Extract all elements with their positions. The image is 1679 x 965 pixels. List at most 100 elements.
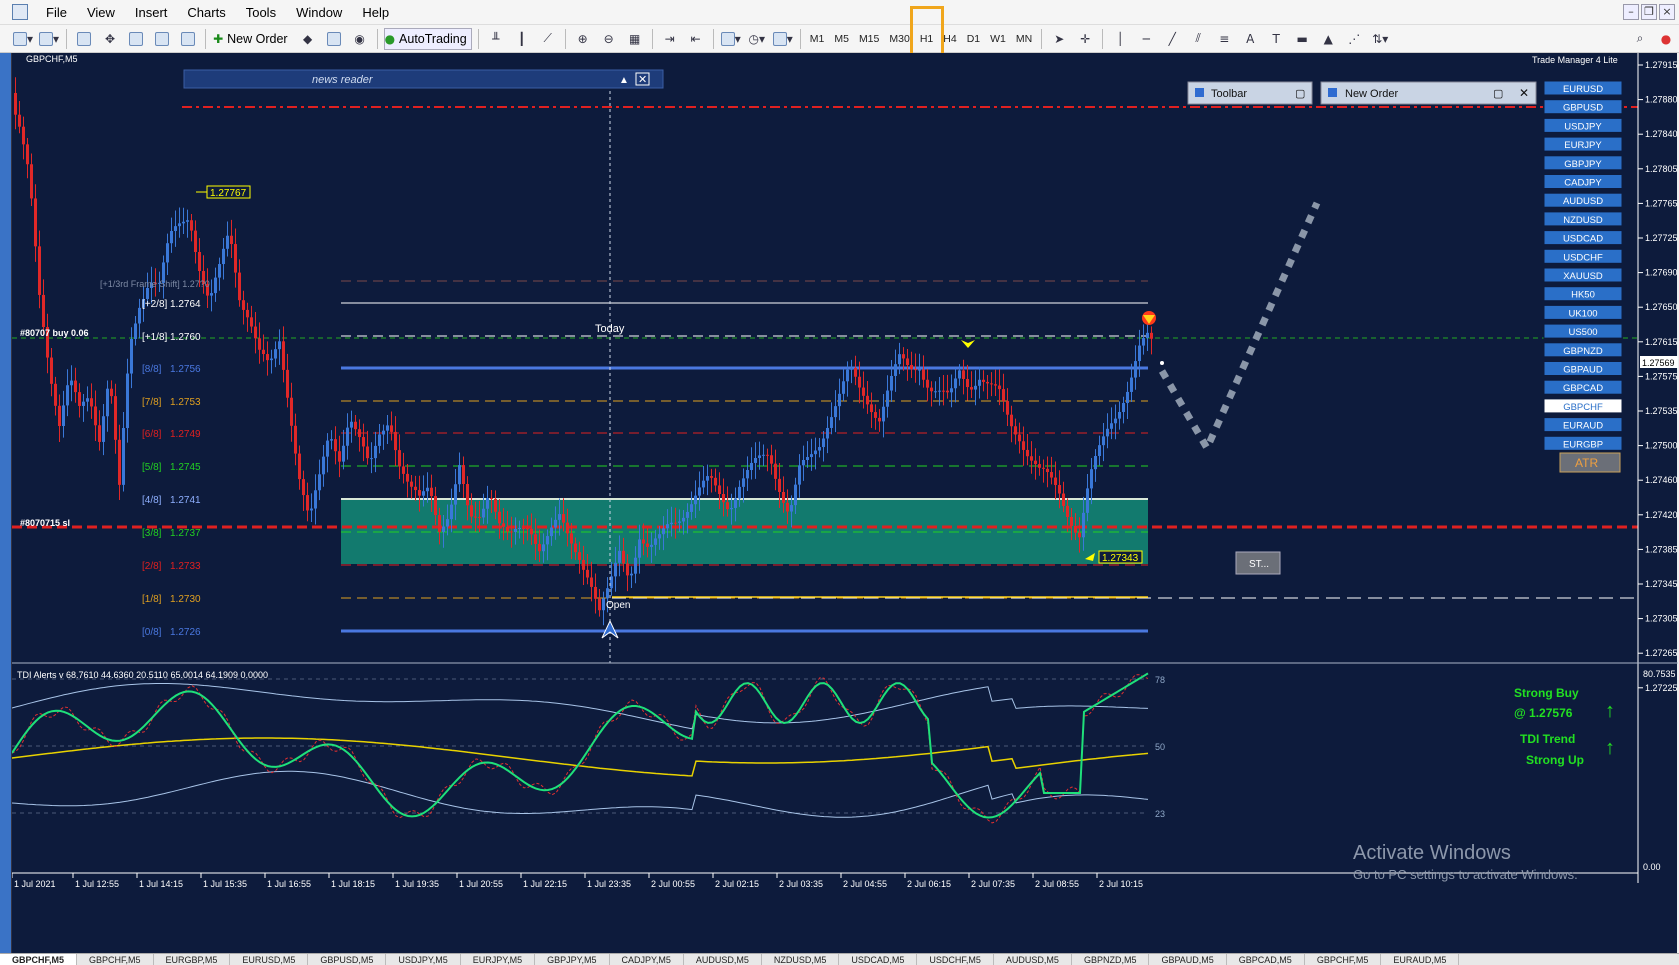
minimize-icon[interactable]: – (1623, 4, 1639, 20)
candle-body (982, 379, 985, 382)
menu-window[interactable]: Window (286, 0, 352, 25)
candle-body (562, 514, 565, 523)
autotrading-button[interactable]: ● AutoTrading (383, 27, 472, 50)
metaeditor-icon[interactable]: ◆ (297, 28, 319, 50)
market-watch-icon[interactable] (73, 28, 95, 50)
menu-view[interactable]: View (77, 0, 125, 25)
candle-body (506, 526, 509, 532)
account-icon[interactable]: ● (1655, 28, 1677, 50)
toolbar-panel[interactable] (1187, 81, 1313, 105)
chart-svg[interactable]: [+2/8] 1.2764 [+1/8] 1.2760 [8/8] 1.2756 [7/8]… (11, 53, 1678, 953)
chart-tab[interactable]: USDJPY,M5 (386, 954, 461, 965)
arrows-icon[interactable]: ⇅▾ (1369, 28, 1391, 50)
templates-icon[interactable]: ▾ (772, 28, 794, 50)
candle-body (850, 368, 853, 370)
close-icon[interactable]: × (1659, 4, 1675, 20)
close-icon[interactable]: ✕ (1519, 86, 1529, 100)
timeframe-m15[interactable]: M15 (854, 33, 884, 45)
channel-icon[interactable]: ⫽ (1187, 28, 1209, 50)
candle-body (318, 474, 321, 491)
profiles-icon[interactable]: ▾ (38, 28, 60, 50)
market-icon[interactable]: ◉ (349, 28, 371, 50)
chart-area[interactable]: [+2/8] 1.2764 [+1/8] 1.2760 [8/8] 1.2756 [7/8]… (11, 53, 1678, 953)
level-lines (12, 106, 1638, 664)
collapse-icon[interactable]: ▲ (619, 75, 629, 86)
symbol-button-label: EURJPY (1564, 140, 1602, 151)
zoom-in-icon[interactable]: ⊕ (572, 28, 594, 50)
time-tick-label: 2 Jul 00:55 (651, 879, 695, 889)
timeframe-mn[interactable]: MN (1011, 33, 1037, 45)
maximize-icon[interactable]: ▢ (1493, 88, 1503, 100)
triangle-icon[interactable]: ▲ (1317, 28, 1339, 50)
candle-body (694, 495, 697, 505)
data-window-icon[interactable]: ✥ (99, 28, 121, 50)
chart-tab[interactable]: GBPNZD,M5 (1072, 954, 1150, 965)
chart-tab[interactable]: EURJPY,M5 (461, 954, 536, 965)
line-chart-icon[interactable]: ⟋ (537, 28, 559, 50)
text-icon[interactable]: A (1239, 28, 1261, 50)
candle-body (106, 388, 109, 417)
timeframe-w1[interactable]: W1 (985, 33, 1011, 45)
indicator-axis-bottom: 0.00 (1643, 862, 1661, 872)
fibo-fan-icon[interactable]: ⋰ (1343, 28, 1365, 50)
chart-tab[interactable]: NZDUSD,M5 (762, 954, 840, 965)
text-label-icon[interactable]: T (1265, 28, 1287, 50)
menu-charts[interactable]: Charts (177, 0, 235, 25)
candle-body (222, 248, 225, 265)
periods-icon[interactable]: ◷▾ (746, 28, 768, 50)
timeframe-m1[interactable]: M1 (805, 33, 830, 45)
maximize-icon[interactable]: ▢ (1295, 88, 1305, 100)
signals-icon[interactable] (323, 28, 345, 50)
restore-icon[interactable]: ❐ (1641, 4, 1657, 20)
navigator-icon[interactable] (125, 28, 147, 50)
chart-tab[interactable]: GBPCHF,M5 (0, 954, 78, 965)
chart-tab[interactable]: GBPCHF,M5 (1305, 954, 1382, 965)
new-order-button[interactable]: ✚ New Order (212, 28, 293, 50)
chart-shift-icon[interactable]: ⇤ (685, 28, 707, 50)
bar-chart-icon[interactable]: ╨ (485, 28, 507, 50)
menu-tools[interactable]: Tools (236, 0, 286, 25)
tile-windows-icon[interactable]: ▦ (624, 28, 646, 50)
tdi-market-base-line (11, 737, 1149, 777)
chart-tab[interactable]: GBPJPY,M5 (535, 954, 610, 965)
menu-insert[interactable]: Insert (125, 0, 178, 25)
chart-tab[interactable]: GBPCAD,M5 (1227, 954, 1305, 965)
chart-tab[interactable]: GBPUSD,M5 (308, 954, 387, 965)
rectangle-icon[interactable]: ▬ (1291, 28, 1313, 50)
new-chart-icon[interactable]: ▾ (12, 28, 34, 50)
chart-tab[interactable]: AUDUSD,M5 (684, 954, 762, 965)
chart-tab[interactable]: CADJPY,M5 (610, 954, 684, 965)
candlestick-icon[interactable]: ┃ (511, 28, 533, 50)
time-tick-label: 2 Jul 07:35 (971, 879, 1015, 889)
chart-tab[interactable]: EURUSD,M5 (230, 954, 309, 965)
crosshair-icon[interactable]: ✛ (1074, 28, 1096, 50)
murrey-level-label: [3/8] (142, 528, 162, 539)
menu-file[interactable]: File (36, 0, 77, 25)
auto-scroll-icon[interactable]: ⇥ (659, 28, 681, 50)
zoom-out-icon[interactable]: ⊖ (598, 28, 620, 50)
chart-tab[interactable]: GBPCHF,M5 (77, 954, 154, 965)
chart-tab[interactable]: USDCAD,M5 (839, 954, 918, 965)
chart-tab[interactable]: EURAUD,M5 (1381, 954, 1460, 965)
trendline-icon[interactable]: ╱ (1161, 28, 1183, 50)
timeframe-d1[interactable]: D1 (962, 33, 985, 45)
chart-tab[interactable]: USDCHF,M5 (917, 954, 994, 965)
vertical-line-icon[interactable]: │ (1109, 28, 1131, 50)
search-icon[interactable]: ⌕ (1629, 28, 1651, 50)
candle-body (246, 309, 249, 318)
cursor-icon[interactable]: ➤ (1048, 28, 1070, 50)
chart-tab[interactable]: GBPAUD,M5 (1149, 954, 1227, 965)
fibonacci-icon[interactable]: ≡ (1213, 28, 1235, 50)
horizontal-line-icon[interactable]: ─ (1135, 28, 1157, 50)
candle-body (494, 498, 497, 512)
candle-body (410, 481, 413, 487)
chart-tab[interactable]: AUDUSD,M5 (994, 954, 1072, 965)
indicators-icon[interactable]: ▾ (720, 28, 742, 50)
news-reader-bar[interactable] (183, 69, 664, 89)
new-order-label: New Order (227, 31, 288, 46)
menu-help[interactable]: Help (352, 0, 399, 25)
strategy-tester-icon[interactable] (177, 28, 199, 50)
chart-tab[interactable]: EURGBP,M5 (154, 954, 231, 965)
timeframe-m5[interactable]: M5 (829, 33, 854, 45)
terminal-icon[interactable] (151, 28, 173, 50)
